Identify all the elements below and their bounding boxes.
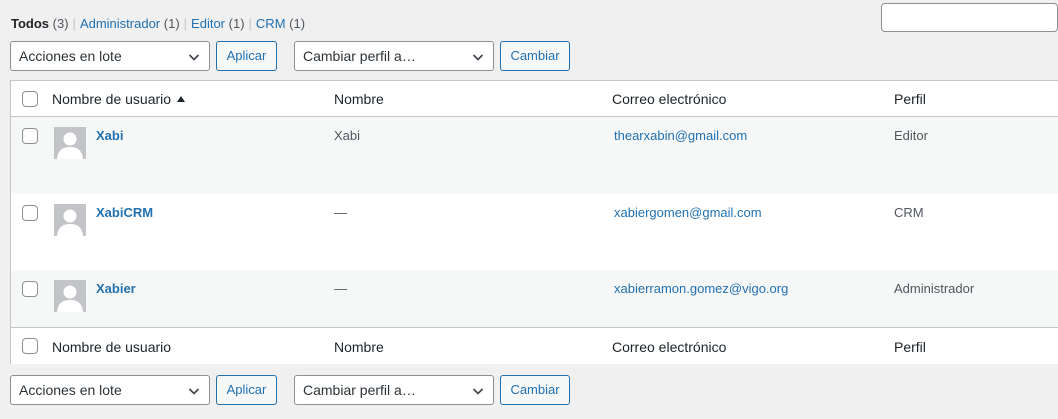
user-role: CRM [894,205,924,220]
user-role: Administrador [894,281,975,296]
filter-separator: | [248,16,252,31]
change-role-select[interactable]: Cambiar perfil a… [294,375,494,405]
email-link[interactable]: thearxabin@gmail.com [614,128,747,143]
filter-administrador[interactable]: Administrador (1) [80,16,180,31]
apply-button[interactable]: Aplicar [216,375,277,405]
user-role-filters: Todos (3) | Administrador (1) | Editor (1) | C… [11,16,305,31]
column-header-role: Perfil [894,91,926,107]
table-row: XabiCRM — xabiergomen@gmail.com CRM [11,194,1058,271]
column-header-email[interactable]: Correo electrónico [612,91,726,107]
filter-all[interactable]: Todos (3) [11,16,69,31]
bulk-actions-select[interactable]: Acciones en lote [10,41,210,71]
tablenav-top: Acciones en lote Aplicar Cambiar perfil … [10,41,610,71]
change-button[interactable]: Cambiar [500,375,570,405]
column-header-username[interactable]: Nombre de usuario [52,91,186,107]
tablenav-bottom: Acciones en lote Aplicar Cambiar perfil … [10,375,610,405]
chevron-down-icon [188,54,200,61]
filter-separator: | [183,16,188,31]
change-button[interactable]: Cambiar [500,41,570,71]
email-link[interactable]: xabiergomen@gmail.com [614,205,762,220]
filter-separator: | [72,16,76,31]
user-name: — [334,281,347,296]
column-header-name: Nombre [334,91,384,107]
table-row: Xabier — xabierramon.gomez@vigo.org Admi… [11,270,1058,327]
row-checkbox[interactable] [22,281,38,297]
table-header: Nombre de usuario Nombre Correo electrón… [11,81,1058,117]
chevron-down-icon [188,388,200,395]
filter-crm[interactable]: CRM (1) [256,16,305,31]
user-name: Xabi [334,128,361,143]
select-all-checkbox[interactable] [22,91,38,107]
default-avatar-icon [54,280,86,312]
username-link[interactable]: XabiCRM [96,205,153,220]
default-avatar-icon [54,127,86,159]
table-footer: Nombre de usuario Nombre Correo electrón… [11,327,1058,364]
username-link[interactable]: Xabier [96,281,136,296]
column-footer-name: Nombre [334,339,384,355]
row-checkbox[interactable] [22,205,38,221]
bulk-actions-select[interactable]: Acciones en lote [10,375,210,405]
users-table: Nombre de usuario Nombre Correo electrón… [10,80,1058,364]
sort-ascending-icon [177,96,186,102]
email-link[interactable]: xabierramon.gomez@vigo.org [614,281,788,296]
chevron-down-icon [472,54,484,61]
column-footer-role: Perfil [894,339,926,355]
filter-editor[interactable]: Editor (1) [191,16,244,31]
search-input[interactable] [881,3,1058,32]
username-link[interactable]: Xabi [96,128,123,143]
default-avatar-icon [54,204,86,236]
select-all-checkbox[interactable] [22,338,38,354]
row-checkbox[interactable] [22,128,38,144]
user-role: Editor [894,128,928,143]
apply-button[interactable]: Aplicar [216,41,277,71]
column-footer-email[interactable]: Correo electrónico [612,339,726,355]
user-name: — [334,205,347,220]
table-row: Xabi Xabi thearxabin@gmail.com Editor [11,117,1058,194]
column-footer-username[interactable]: Nombre de usuario [52,339,171,355]
change-role-select[interactable]: Cambiar perfil a… [294,41,494,71]
chevron-down-icon [472,388,484,395]
